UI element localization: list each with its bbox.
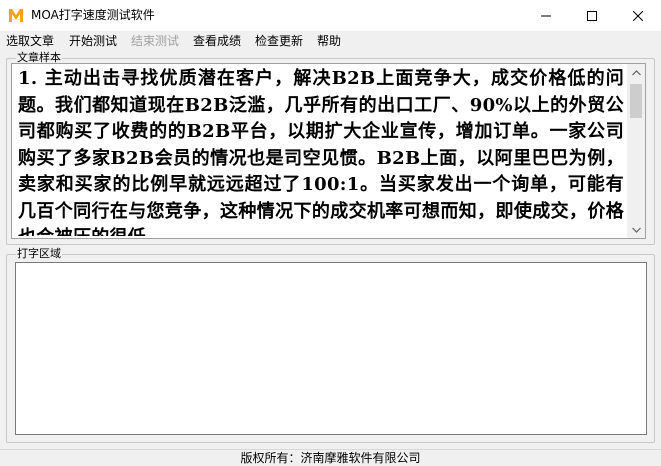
maximize-button[interactable] bbox=[569, 0, 615, 31]
scroll-down-arrow-icon bbox=[632, 227, 641, 233]
typing-input[interactable] bbox=[15, 262, 647, 435]
menu-bar: 选取文章 开始测试 结束测试 查看成绩 检查更新 帮助 bbox=[0, 31, 661, 51]
maximize-icon bbox=[587, 10, 597, 21]
scroll-up-arrow-icon bbox=[632, 69, 641, 75]
moa-logo-icon bbox=[9, 9, 23, 22]
menu-help[interactable]: 帮助 bbox=[317, 33, 341, 49]
scroll-up-button[interactable] bbox=[628, 64, 645, 81]
window-title: MOA打字速度测试软件 bbox=[31, 8, 155, 22]
copyright-text: 版权所有：济南摩雅软件有限公司 bbox=[240, 451, 421, 465]
menu-check-update[interactable]: 检查更新 bbox=[255, 33, 303, 49]
sample-text-box[interactable]: 1. 主动出击寻找优质潜在客户，解决B2B上面竞争大，成交价格低的问题。我们都知… bbox=[11, 63, 646, 239]
title-bar: MOA打字速度测试软件 bbox=[0, 0, 661, 31]
close-button[interactable] bbox=[615, 0, 661, 31]
minimize-button[interactable] bbox=[523, 0, 569, 31]
typing-group-label: 打字区域 bbox=[16, 247, 62, 260]
menu-view-scores[interactable]: 查看成绩 bbox=[193, 33, 241, 49]
menu-end-test: 结束测试 bbox=[131, 34, 180, 48]
sample-article-text: 1. 主动出击寻找优质潜在客户，解决B2B上面竞争大，成交价格低的问题。我们都知… bbox=[18, 68, 624, 236]
sample-scrollbar[interactable] bbox=[627, 64, 645, 238]
status-bar: 版权所有：济南摩雅软件有限公司 bbox=[0, 449, 661, 466]
scroll-thumb[interactable] bbox=[630, 84, 642, 118]
close-icon bbox=[633, 10, 643, 21]
menu-start-test[interactable]: 开始测试 bbox=[69, 33, 117, 49]
scroll-down-button[interactable] bbox=[628, 221, 645, 238]
minimize-icon bbox=[541, 15, 551, 16]
menu-select-article[interactable]: 选取文章 bbox=[6, 33, 54, 49]
